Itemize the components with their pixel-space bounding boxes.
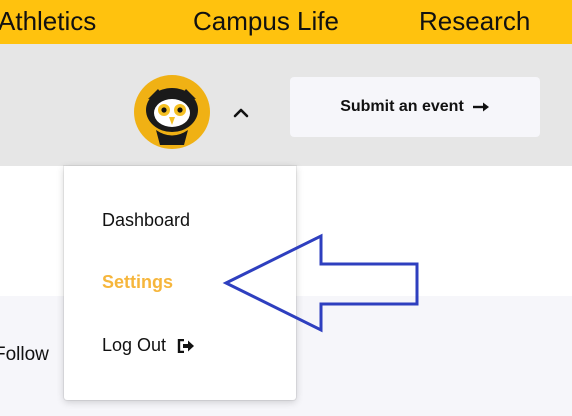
nav-link-athletics[interactable]: Athletics <box>0 3 96 39</box>
submit-event-button[interactable]: Submit an event <box>290 77 540 137</box>
nav-link-research[interactable]: Research <box>419 3 530 39</box>
top-navigation: Athletics Campus Life Research <box>0 0 572 44</box>
arrow-right-icon <box>472 102 489 112</box>
user-dropdown-menu: Dashboard Settings Log Out <box>64 166 296 400</box>
user-avatar[interactable] <box>134 75 210 149</box>
follow-text: Follow <box>0 344 49 365</box>
submit-event-label: Submit an event <box>340 98 464 115</box>
sign-out-icon <box>177 339 195 354</box>
nav-link-campus-life[interactable]: Campus Life <box>193 3 339 39</box>
menu-item-settings[interactable]: Settings <box>102 270 173 294</box>
menu-item-logout-label: Log Out <box>102 335 167 355</box>
menu-item-dashboard[interactable]: Dashboard <box>102 208 190 232</box>
chevron-up-icon[interactable] <box>230 102 252 124</box>
owl-mascot-icon <box>146 88 198 145</box>
menu-item-logout[interactable]: Log Out <box>102 333 195 357</box>
